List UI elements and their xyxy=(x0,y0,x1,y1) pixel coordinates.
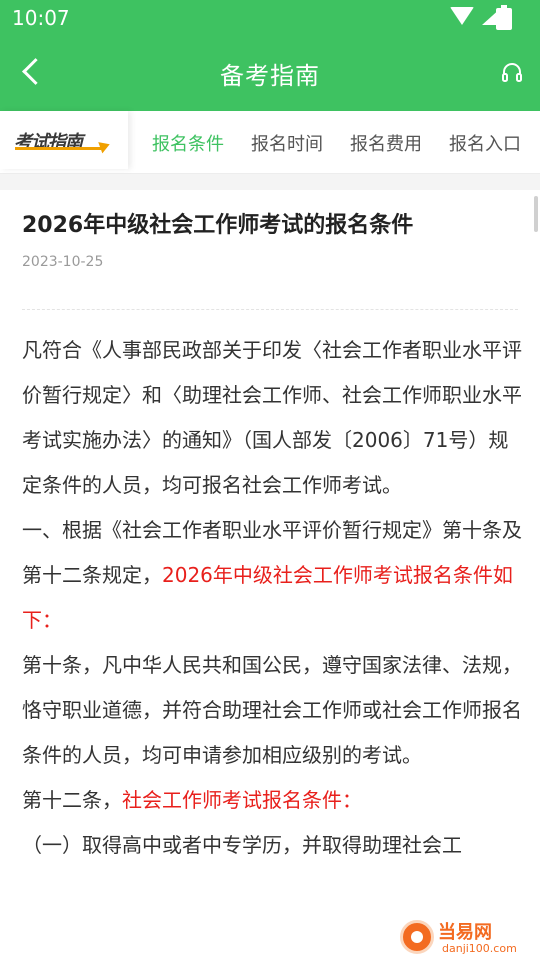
watermark: 当易网 danji100.com xyxy=(394,916,534,958)
page-title: 备考指南 xyxy=(220,62,320,90)
watermark-url: danji100.com xyxy=(442,942,517,955)
divider xyxy=(22,309,518,310)
exam-guide-logo: 考试指南 xyxy=(0,111,128,169)
tab-registration-fee[interactable]: 报名费用 xyxy=(350,130,422,156)
paragraph: （一）取得高中或者中专学历，并取得助理社会工 xyxy=(22,833,462,857)
watermark-text: 当易网 xyxy=(438,922,492,943)
status-time: 10:07 xyxy=(12,6,70,30)
article-body: 凡符合《人事部民政部关于印发〈社会工作者职业水平评价暂行规定〉和〈助理社会工作师… xyxy=(22,328,522,868)
logo-arrow-icon xyxy=(98,138,112,154)
tab-registration-entry[interactable]: 报名入口 xyxy=(449,130,521,156)
paragraph: 凡符合《人事部民政部关于印发〈社会工作者职业水平评价暂行规定〉和〈助理社会工作师… xyxy=(22,338,522,497)
status-icons xyxy=(450,7,502,25)
app-header: 备考指南 xyxy=(0,36,540,111)
tab-registration-time[interactable]: 报名时间 xyxy=(251,130,323,156)
wifi-icon xyxy=(450,7,474,25)
logo-underline xyxy=(15,147,101,150)
paragraph-text: 第十二条， xyxy=(22,788,122,812)
section-gap xyxy=(0,174,540,190)
highlight-text: 社会工作师考试报名条件： xyxy=(122,788,362,812)
paragraph: 第十二条，社会工作师考试报名条件： xyxy=(22,778,522,823)
article-title: 2026年中级社会工作师考试的报名条件 xyxy=(22,213,414,238)
headset-icon[interactable] xyxy=(502,62,522,84)
status-bar: 10:07 xyxy=(0,0,540,36)
paragraph: 一、根据《社会工作者职业水平评价暂行规定》第十条及第十二条规定，2026年中级社… xyxy=(22,508,522,643)
tab-registration-conditions[interactable]: 报名条件 xyxy=(152,130,224,156)
battery-icon xyxy=(496,5,512,30)
category-tabs: 考试指南 报名条件 报名时间 报名费用 报名入口 xyxy=(0,111,540,174)
watermark-logo-icon xyxy=(400,920,434,954)
logo-text: 考试指南 xyxy=(14,132,83,153)
scrollbar[interactable] xyxy=(534,196,538,232)
article-date: 2023-10-25 xyxy=(22,254,104,270)
paragraph: 第十条，凡中华人民共和国公民，遵守国家法律、法规，恪守职业道德，并符合助理社会工… xyxy=(22,653,522,767)
